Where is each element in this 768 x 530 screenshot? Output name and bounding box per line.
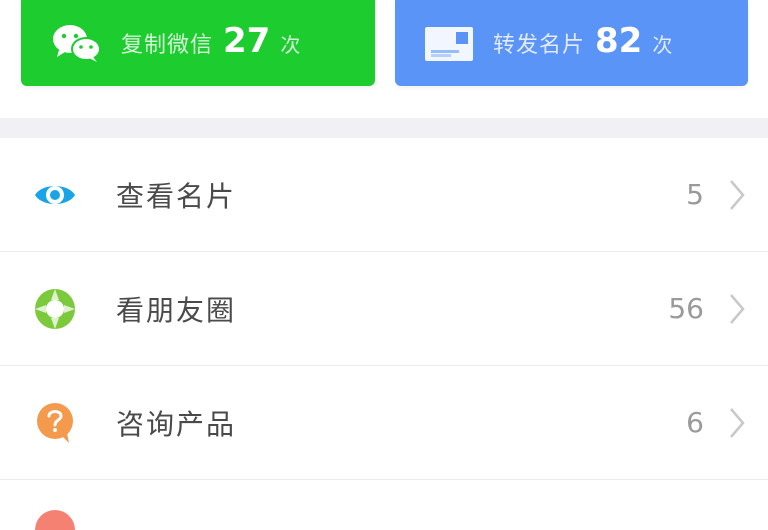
list-item-count: 6 [686, 406, 704, 439]
chevron-right-icon [728, 178, 746, 212]
section-separator [0, 118, 768, 138]
partial-icon [35, 510, 75, 530]
question-bubble-icon [33, 401, 77, 445]
chevron-right-icon [728, 406, 746, 440]
moments-icon [33, 287, 77, 331]
list-item-count: 5 [686, 178, 704, 211]
chevron-right-icon [728, 292, 746, 326]
forward-card-label: 转发名片 [493, 33, 586, 58]
list-item-count: 56 [668, 292, 704, 325]
copy-wechat-card[interactable]: 复制微信 27 次 [21, 0, 375, 86]
copy-wechat-unit: 次 [280, 32, 301, 57]
forward-card-unit: 次 [652, 32, 673, 57]
eye-icon [33, 173, 77, 217]
stats-area: 复制微信 27 次 转发名片 82 次 [0, 0, 768, 118]
list-item-label: 咨询产品 [116, 407, 237, 441]
copy-wechat-label: 复制微信 [121, 33, 214, 58]
forward-card-card[interactable]: 转发名片 82 次 [395, 0, 748, 86]
list-item-view-card[interactable]: 查看名片 5 [0, 138, 768, 252]
list-item-label: 看朋友圈 [116, 293, 237, 327]
business-card-icon [423, 23, 475, 63]
list-item-label: 查看名片 [116, 179, 237, 213]
copy-wechat-count: 27 [223, 21, 271, 61]
wechat-icon [51, 23, 103, 63]
list-item-product-inquiry[interactable]: 咨询产品 6 [0, 366, 768, 480]
forward-card-count: 82 [595, 21, 643, 61]
list-item-moments[interactable]: 看朋友圈 56 [0, 252, 768, 366]
list-item-partial[interactable] [0, 480, 768, 530]
stats-list: 查看名片 5 看朋友圈 56 咨询产品 6 [0, 138, 768, 530]
